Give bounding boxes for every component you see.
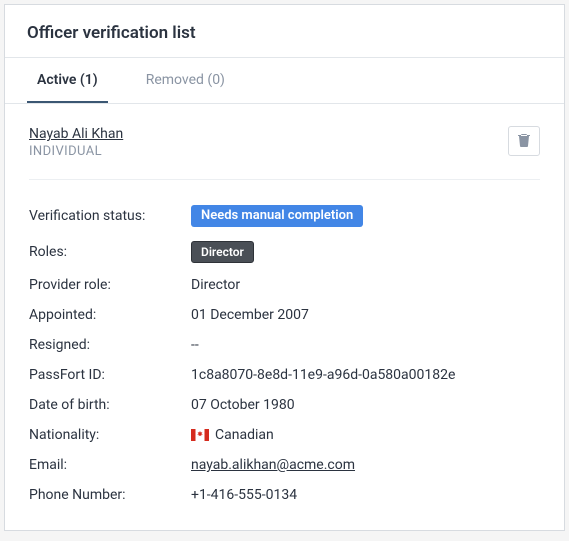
row-appointed: Appointed: 01 December 2007 bbox=[29, 300, 540, 330]
value-resigned: -- bbox=[191, 337, 199, 353]
label-roles: Roles: bbox=[29, 244, 191, 260]
tab-removed[interactable]: Removed (0) bbox=[136, 58, 235, 103]
value-dob: 07 October 1980 bbox=[191, 397, 295, 413]
row-email: Email: nayab.alikhan@acme.com bbox=[29, 450, 540, 480]
card-title: Officer verification list bbox=[27, 23, 542, 43]
officer-name-link[interactable]: Nayab Ali Khan bbox=[29, 126, 123, 142]
label-nationality: Nationality: bbox=[29, 427, 191, 443]
label-resigned: Resigned: bbox=[29, 337, 191, 353]
label-dob: Date of birth: bbox=[29, 397, 191, 413]
officer-type: INDIVIDUAL bbox=[29, 144, 123, 159]
row-phone: Phone Number: +1-416-555-0134 bbox=[29, 480, 540, 510]
row-provider-role: Provider role: Director bbox=[29, 270, 540, 300]
label-email: Email: bbox=[29, 457, 191, 473]
value-roles: Director bbox=[191, 241, 254, 263]
row-resigned: Resigned: -- bbox=[29, 330, 540, 360]
value-passfort-id: 1c8a8070-8e8d-11e9-a96d-0a580a00182e bbox=[191, 367, 455, 383]
value-nationality: Canadian bbox=[191, 427, 274, 443]
delete-button[interactable] bbox=[508, 126, 540, 156]
row-dob: Date of birth: 07 October 1980 bbox=[29, 390, 540, 420]
value-verification-status: Needs manual completion bbox=[191, 205, 363, 227]
label-phone: Phone Number: bbox=[29, 487, 191, 503]
value-phone: +1-416-555-0134 bbox=[191, 487, 297, 503]
value-provider-role: Director bbox=[191, 277, 240, 293]
label-appointed: Appointed: bbox=[29, 307, 191, 323]
nationality-text: Canadian bbox=[215, 427, 274, 443]
email-link[interactable]: nayab.alikhan@acme.com bbox=[191, 457, 355, 473]
label-provider-role: Provider role: bbox=[29, 277, 191, 293]
trash-icon bbox=[518, 133, 530, 150]
officer-identity: Nayab Ali Khan INDIVIDUAL bbox=[29, 126, 123, 159]
tab-active[interactable]: Active (1) bbox=[27, 58, 108, 103]
row-roles: Roles: Director bbox=[29, 234, 540, 270]
value-email: nayab.alikhan@acme.com bbox=[191, 457, 355, 473]
row-nationality: Nationality: Canadian bbox=[29, 420, 540, 450]
content: Nayab Ali Khan INDIVIDUAL Verification s… bbox=[5, 104, 564, 530]
flag-canada-icon bbox=[191, 429, 209, 441]
officer-header: Nayab Ali Khan INDIVIDUAL bbox=[29, 126, 540, 159]
label-verification-status: Verification status: bbox=[29, 208, 191, 224]
officer-verification-card: Officer verification list Active (1) Rem… bbox=[4, 4, 565, 531]
divider bbox=[29, 179, 540, 180]
tabs: Active (1) Removed (0) bbox=[5, 58, 564, 104]
role-badge: Director bbox=[191, 241, 254, 263]
label-passfort-id: PassFort ID: bbox=[29, 367, 191, 383]
row-verification-status: Verification status: Needs manual comple… bbox=[29, 198, 540, 234]
card-header: Officer verification list bbox=[5, 5, 564, 58]
row-passfort-id: PassFort ID: 1c8a8070-8e8d-11e9-a96d-0a5… bbox=[29, 360, 540, 390]
value-appointed: 01 December 2007 bbox=[191, 307, 309, 323]
status-badge: Needs manual completion bbox=[191, 205, 363, 227]
